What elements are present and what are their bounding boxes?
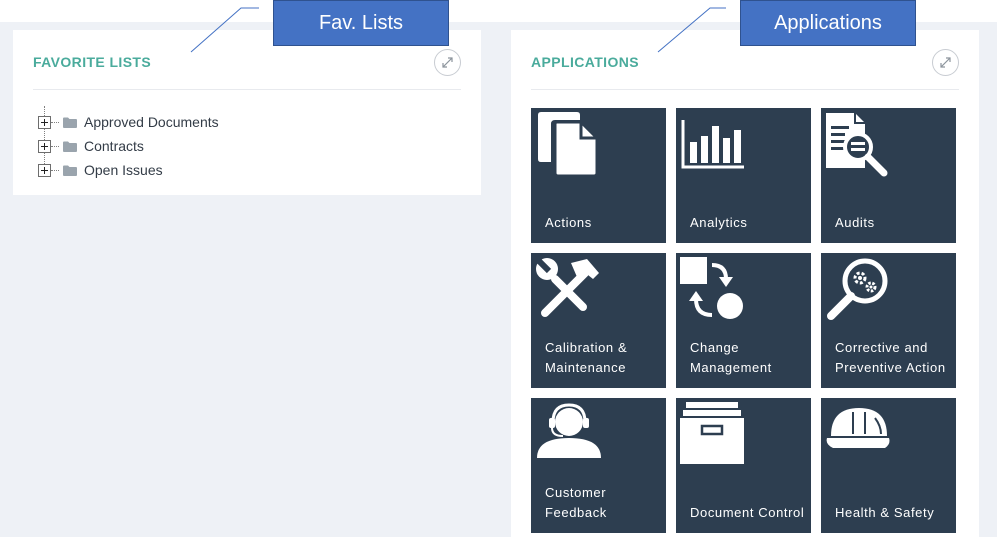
applications-callout: Applications [740,0,916,46]
tile-calibration-maintenance[interactable]: Calibration & Maintenance [531,253,666,388]
tools-icon [536,258,599,317]
tile-analytics[interactable]: Analytics [676,108,811,243]
tile-customer-feedback[interactable]: Customer Feedback [531,398,666,533]
headset-user-icon [537,403,601,458]
fav-lists-callout: Fav. Lists [273,0,449,46]
expand-node-icon[interactable] [38,139,51,153]
applications-panel: APPLICATIONS Actions Analytics Audits Ca… [511,30,979,537]
applications-title: APPLICATIONS [531,54,639,70]
favorite-lists-panel: FAVORITE LISTS Approved Documents Contra… [13,30,481,195]
change-arrows-icon [680,257,743,319]
tile-label: Audits [835,215,875,230]
tile-label: Customer Feedback [545,485,607,520]
folder-icon [63,165,77,176]
panel-divider [33,89,461,90]
tile-label: Actions [545,215,592,230]
favorite-lists-title: FAVORITE LISTS [33,54,152,70]
favorites-tree: Approved Documents Contracts Open Issues [37,106,219,182]
tile-label: Document Control [690,505,805,520]
panel-divider [531,89,959,90]
expand-node-icon[interactable] [38,115,51,129]
tree-item-label[interactable]: Approved Documents [84,114,219,130]
tile-label: Change Management [690,340,772,375]
folder-icon [63,141,77,152]
tree-item[interactable]: Contracts [37,134,219,158]
tile-document-control[interactable]: Document Control [676,398,811,533]
expand-icon [940,57,951,68]
hard-hat-icon [826,408,890,448]
tile-label: Corrective and Preventive Action [835,340,946,375]
tile-change-management[interactable]: Change Management [676,253,811,388]
tile-audits[interactable]: Audits [821,108,956,243]
tile-label: Calibration & Maintenance [545,340,628,375]
tile-label: Analytics [690,215,748,230]
bar-chart-icon [681,120,744,169]
file-box-icon [680,402,744,464]
tile-label: Health & Safety [835,505,935,520]
tree-item-label[interactable]: Open Issues [84,162,163,178]
documents-icon [538,112,599,178]
tile-actions[interactable]: Actions [531,108,666,243]
tree-item[interactable]: Approved Documents [37,110,219,134]
tile-corrective-preventive-action[interactable]: Corrective and Preventive Action [821,253,956,388]
expand-icon [442,57,453,68]
expand-node-icon[interactable] [38,163,51,177]
tree-item-label[interactable]: Contracts [84,138,144,154]
folder-icon [63,117,77,128]
document-magnifier-icon [826,113,888,177]
gear-magnifier-icon [827,258,888,320]
expand-button[interactable] [932,49,959,76]
tile-health-safety[interactable]: Health & Safety [821,398,956,533]
expand-button[interactable] [434,49,461,76]
tree-item[interactable]: Open Issues [37,158,219,182]
